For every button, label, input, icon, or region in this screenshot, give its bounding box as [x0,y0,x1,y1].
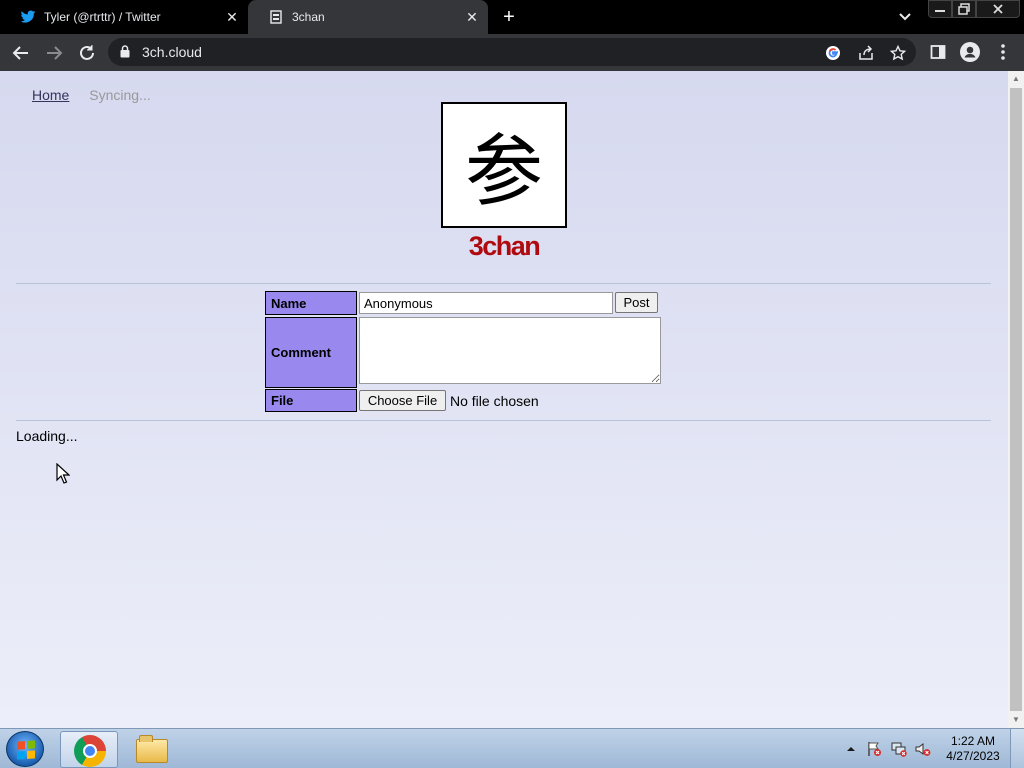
tab-strip: Tyler (@rtrttr) / Twitter ✕ 3chan ✕ + [0,0,1024,34]
tab-search-chevron-icon[interactable] [895,8,915,26]
close-tab-icon[interactable]: ✕ [224,9,240,25]
profile-avatar-icon[interactable] [960,42,980,62]
taskbar-explorer[interactable] [122,731,180,768]
divider [16,420,991,421]
post-button[interactable]: Post [615,292,658,313]
browser-toolbar: 3ch.cloud [0,34,1024,71]
tab-twitter[interactable]: Tyler (@rtrttr) / Twitter ✕ [0,0,248,34]
vertical-scrollbar[interactable]: ▲ ▼ [1008,71,1024,728]
forward-arrow-icon[interactable] [43,42,65,64]
top-nav: Home Syncing... [32,87,151,103]
home-link[interactable]: Home [32,87,69,103]
google-lens-icon[interactable] [824,44,842,62]
address-bar[interactable]: 3ch.cloud [108,38,916,66]
windows-taskbar: 1:22 AM 4/27/2023 [0,728,1024,768]
lock-icon[interactable] [120,45,130,61]
name-input[interactable] [359,292,613,314]
clock-time: 1:22 AM [950,734,996,748]
divider [16,283,991,284]
close-window-button[interactable] [976,0,1020,18]
action-center-flag-icon[interactable] [866,741,882,757]
share-icon[interactable] [857,44,875,62]
logo-character: 参 [464,127,543,217]
bookmark-star-icon[interactable] [889,44,907,62]
comment-textarea[interactable] [359,317,661,384]
tab-title: 3chan [292,10,325,24]
site-title: 3chan [468,231,541,261]
scroll-down-arrow-icon[interactable]: ▼ [1008,712,1024,728]
show-desktop-button[interactable] [1010,729,1024,768]
system-clock[interactable]: 1:22 AM 4/27/2023 [940,734,1006,764]
tab-3chan[interactable]: 3chan ✕ [248,0,488,34]
folder-icon [136,735,168,763]
taskbar-chrome[interactable] [60,731,118,768]
url-text: 3ch.cloud [142,44,202,60]
page-viewport: Home Syncing... 参 3chan Name Post Commen… [0,71,1008,728]
close-tab-icon[interactable]: ✕ [464,9,480,25]
minimize-button[interactable] [928,0,952,18]
name-label: Name [265,291,357,315]
network-icon[interactable] [891,741,907,757]
scroll-up-arrow-icon[interactable]: ▲ [1008,71,1024,87]
file-label: File [265,389,357,412]
file-status-text: No file chosen [450,393,539,409]
clock-date: 4/27/2023 [946,749,1000,763]
back-arrow-icon[interactable] [10,42,32,64]
windows-logo-icon [17,740,35,760]
show-hidden-icons-arrow-icon[interactable] [843,741,859,757]
reload-icon[interactable] [76,42,98,64]
side-panel-icon[interactable] [928,42,948,62]
scrollbar-thumb[interactable] [1010,88,1022,711]
twitter-icon [20,9,36,25]
start-button[interactable] [6,731,44,767]
choose-file-button[interactable]: Choose File [359,390,446,411]
mouse-cursor-icon [56,462,71,487]
menu-kebab-icon[interactable] [993,42,1013,62]
site-logo: 参 [441,102,567,228]
loading-text: Loading... [16,428,78,444]
comment-label: Comment [265,317,357,388]
chrome-icon [74,735,106,767]
tab-title: Tyler (@rtrttr) / Twitter [44,10,161,24]
volume-muted-icon[interactable] [915,741,931,757]
page-icon [268,9,284,25]
restore-button[interactable] [952,0,976,18]
sync-status: Syncing... [89,87,151,103]
new-tab-button[interactable]: + [498,7,520,27]
